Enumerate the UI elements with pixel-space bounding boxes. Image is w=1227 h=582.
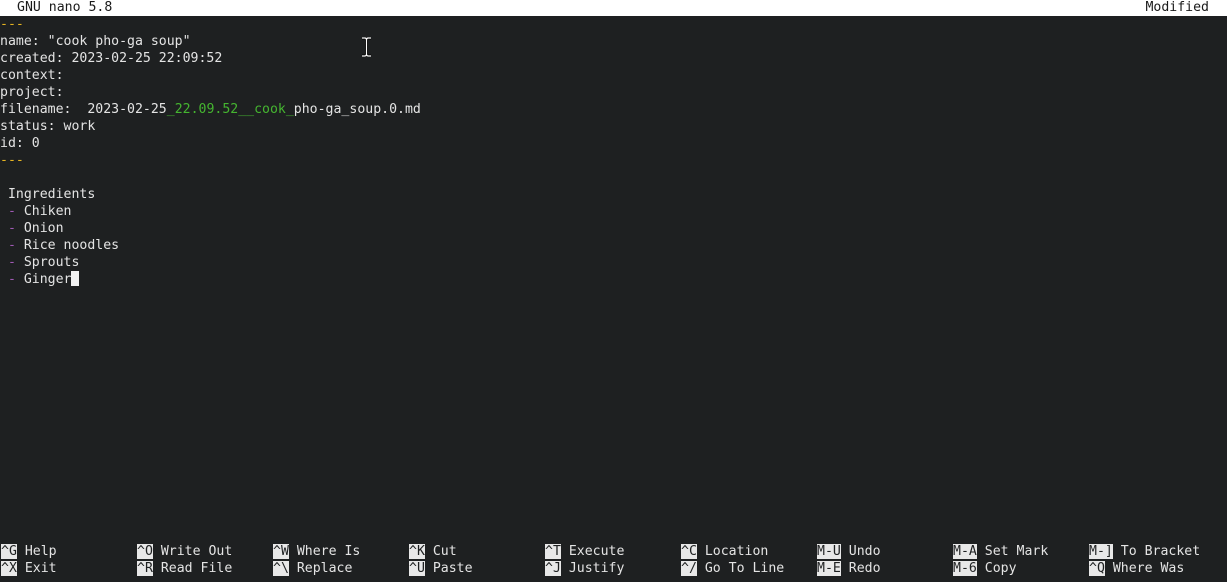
shortcut-label: Set Mark xyxy=(984,544,1049,559)
shortcut-label: Replace xyxy=(296,561,353,576)
title-bar: GNU nano 5.8 Modified xyxy=(0,0,1227,16)
frontmatter-close: --- xyxy=(0,153,24,168)
shortcut-key: M-A xyxy=(953,544,977,559)
shortcut-label: Go To Line xyxy=(704,561,785,576)
shortcut-label: Exit xyxy=(24,561,57,576)
shortcut-key: ^K xyxy=(409,544,425,559)
shortcut-label: Where Is xyxy=(296,544,361,559)
shortcut-cut[interactable]: ^K Cut xyxy=(409,543,457,560)
shortcut-copy[interactable]: M-6 Copy xyxy=(953,560,1017,577)
shortcut-key: ^T xyxy=(545,544,561,559)
filename-highlight: _22.09.52__cook_ xyxy=(166,102,294,117)
shortcut-write-out[interactable]: ^O Write Out xyxy=(137,543,232,560)
shortcut-go-to-line[interactable]: ^/ Go To Line xyxy=(681,560,784,577)
shortcut-execute[interactable]: ^T Execute xyxy=(545,543,624,560)
list-item: - Sprouts xyxy=(0,254,79,271)
shortcut-label: Paste xyxy=(432,561,473,576)
project-line: project: xyxy=(0,85,64,100)
shortcut-label: Execute xyxy=(568,544,625,559)
app-title: GNU nano 5.8 xyxy=(17,0,113,15)
shortcut-key: ^Q xyxy=(1089,561,1105,576)
shortcut-key: M-E xyxy=(817,561,841,576)
context-line: context: xyxy=(0,68,64,83)
filename-line: filename: 2023-02-25_22.09.52__cook_pho-… xyxy=(0,101,421,118)
shortcut-where-is[interactable]: ^W Where Is xyxy=(273,543,360,560)
shortcut-key: M-] xyxy=(1089,544,1113,559)
shortcut-undo[interactable]: M-U Undo xyxy=(817,543,881,560)
shortcut-justify[interactable]: ^J Justify xyxy=(545,560,624,577)
filename-rest: pho-ga_soup.0.md xyxy=(293,102,421,117)
shortcut-key: ^J xyxy=(545,561,561,576)
shortcut-to-bracket[interactable]: M-] To Bracket xyxy=(1089,543,1200,560)
shortcut-help[interactable]: ^G Help xyxy=(1,543,57,560)
shortcut-replace[interactable]: ^\ Replace xyxy=(273,560,352,577)
created-line: created: 2023-02-25 22:09:52 xyxy=(0,51,223,66)
shortcut-label: To Bracket xyxy=(1120,544,1201,559)
shortcut-key: ^R xyxy=(137,561,153,576)
frontmatter-open: --- xyxy=(0,17,24,32)
shortcut-key: ^U xyxy=(409,561,425,576)
ingredients-heading: Ingredients xyxy=(0,187,96,202)
shortcut-location[interactable]: ^C Location xyxy=(681,543,768,560)
shortcut-key: ^\ xyxy=(273,561,289,576)
status-line: status: work xyxy=(0,119,96,134)
ibeam-cursor-icon xyxy=(362,37,371,57)
name-line: name: "cook pho-ga soup" xyxy=(0,34,191,49)
shortcut-where-was[interactable]: ^Q Where Was xyxy=(1089,560,1184,577)
shortcut-key: ^G xyxy=(1,544,17,559)
shortcut-label: Read File xyxy=(160,561,233,576)
id-line: id: 0 xyxy=(0,136,40,151)
bullet: - xyxy=(0,255,16,270)
shortcut-key: ^W xyxy=(273,544,289,559)
list-item: - Rice noodles xyxy=(0,237,119,254)
list-item-text: Sprouts xyxy=(23,255,80,270)
list-item: - Onion xyxy=(0,220,64,237)
shortcut-label: Write Out xyxy=(160,544,233,559)
shortcut-paste[interactable]: ^U Paste xyxy=(409,560,473,577)
text-cursor xyxy=(71,271,80,286)
shortcut-key: ^C xyxy=(681,544,697,559)
list-item-text: Rice noodles xyxy=(23,238,120,253)
filename-date: 2023-02-25 xyxy=(87,102,167,117)
shortcut-label: Justify xyxy=(568,561,625,576)
shortcut-label: Copy xyxy=(984,561,1017,576)
shortcut-set-mark[interactable]: M-A Set Mark xyxy=(953,543,1048,560)
shortcut-label: Where Was xyxy=(1112,561,1185,576)
shortcut-key: M-6 xyxy=(953,561,977,576)
shortcut-label: Cut xyxy=(432,544,457,559)
shortcut-label: Undo xyxy=(848,544,881,559)
bullet: - xyxy=(0,204,16,219)
shortcut-label: Redo xyxy=(848,561,881,576)
shortcut-label: Location xyxy=(704,544,769,559)
list-item-text: Onion xyxy=(23,221,64,236)
list-item-text: Chiken xyxy=(23,204,72,219)
bullet: - xyxy=(0,272,16,287)
list-item: - Chiken xyxy=(0,203,72,220)
shortcut-key: M-U xyxy=(817,544,841,559)
shortcut-exit[interactable]: ^X Exit xyxy=(1,560,57,577)
bullet: - xyxy=(0,238,16,253)
shortcut-read-file[interactable]: ^R Read File xyxy=(137,560,232,577)
filename-key: filename: xyxy=(0,102,88,117)
list-item-text: Ginger xyxy=(23,272,72,287)
modified-status: Modified xyxy=(1145,0,1209,15)
list-item: - Ginger xyxy=(0,271,80,288)
shortcut-redo[interactable]: M-E Redo xyxy=(817,560,881,577)
shortcut-key: ^/ xyxy=(681,561,697,576)
bullet: - xyxy=(0,221,16,236)
shortcut-key: ^O xyxy=(137,544,153,559)
shortcut-label: Help xyxy=(24,544,57,559)
shortcut-key: ^X xyxy=(1,561,17,576)
